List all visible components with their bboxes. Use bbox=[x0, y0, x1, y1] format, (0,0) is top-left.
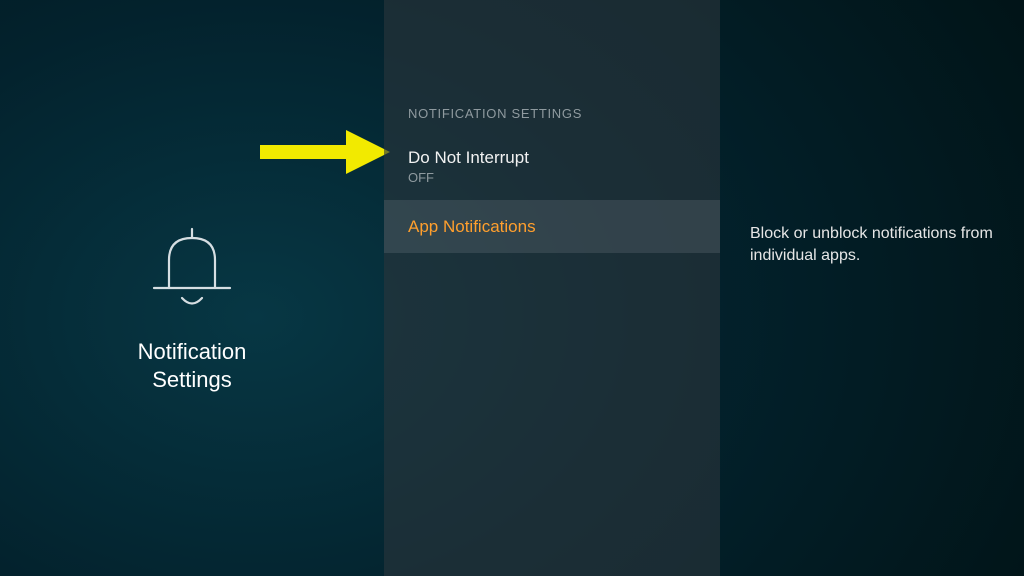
item-description: Block or unblock notifications from indi… bbox=[750, 223, 1008, 266]
detail-pane: Block or unblock notifications from indi… bbox=[720, 0, 1024, 576]
section-title: Notification Settings bbox=[0, 338, 384, 393]
left-pane: Notification Settings bbox=[0, 0, 384, 576]
item-sublabel: OFF bbox=[408, 170, 696, 185]
section-title-line1: Notification bbox=[138, 339, 247, 364]
item-do-not-interrupt[interactable]: Do Not Interrupt OFF bbox=[384, 136, 720, 197]
section-title-line2: Settings bbox=[152, 367, 232, 392]
list-header: NOTIFICATION SETTINGS bbox=[408, 106, 582, 121]
bell-icon bbox=[0, 216, 384, 320]
settings-list: NOTIFICATION SETTINGS Do Not Interrupt O… bbox=[384, 0, 720, 576]
item-app-notifications[interactable]: App Notifications bbox=[384, 200, 720, 253]
item-label: App Notifications bbox=[408, 216, 696, 237]
annotation-arrow-icon bbox=[260, 130, 390, 174]
item-label: Do Not Interrupt bbox=[408, 147, 696, 168]
